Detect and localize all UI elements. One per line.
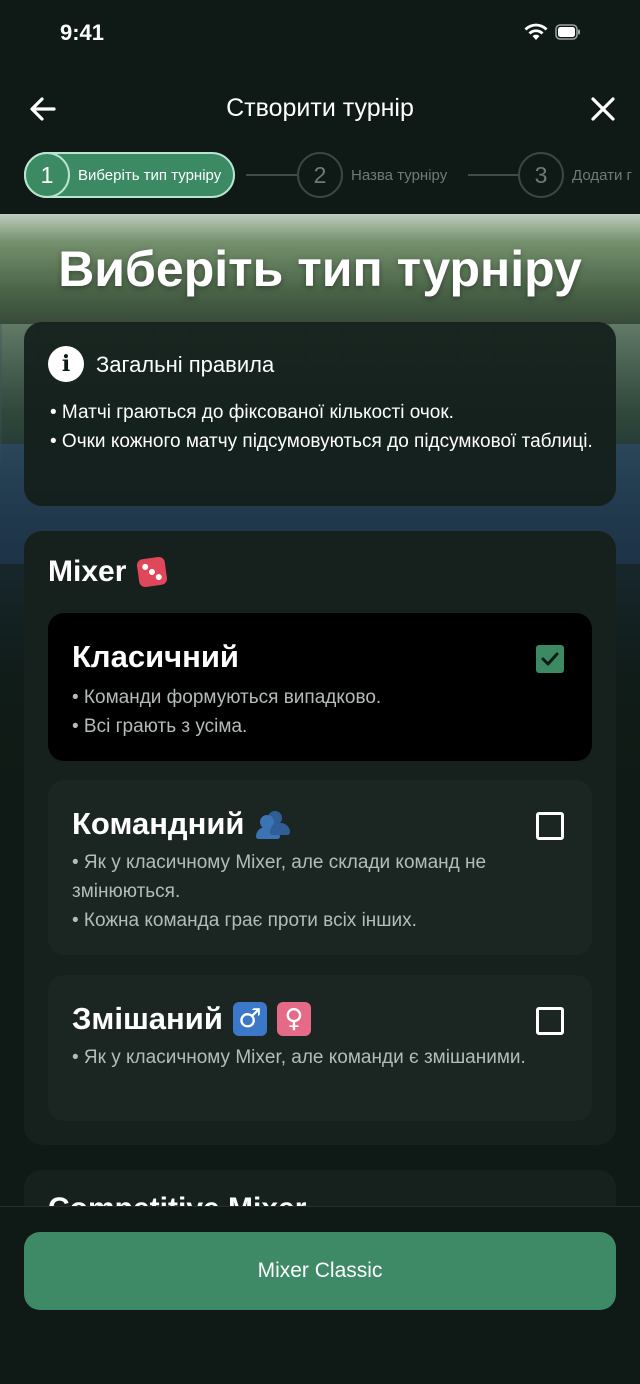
status-bar: 9:41 [0,0,640,70]
step-label: Виберіть тип турніру [78,166,222,184]
step-number: 1 [24,152,70,198]
option-title-text: Командний [72,806,245,841]
option-line: • Всі грають з усіма. [72,716,248,737]
rules-card: i Загальні правила • Матчі граються до ф… [24,322,616,506]
info-icon: i [48,346,84,382]
step-3[interactable]: 3 Додати г [518,152,632,198]
checkbox-unchecked[interactable] [536,812,564,840]
option-mixed[interactable]: Змішаний ♂ ♀ • Як у класичному Mixer, ал… [48,975,592,1121]
option-line: • Кожна команда грає проти всіх інших. [72,910,417,931]
option-title: Класичний [72,639,239,675]
footer: Mixer Classic [0,1206,640,1384]
option-line: • Команди формуються випадково. [72,687,382,708]
continue-button[interactable]: Mixer Classic [24,1232,616,1310]
option-description: • Як у класичному Mixer, але склади кома… [72,848,572,935]
option-classic[interactable]: Класичний • Команди формуються випадково… [48,613,592,761]
option-title-text: Класичний [72,639,239,674]
checkmark-icon [541,652,559,666]
stepper-connector [468,174,520,176]
rules-text: • Матчі граються до фіксованої кількості… [50,398,600,456]
nav-header: Створити турнір [0,80,640,140]
dice-icon [136,556,169,588]
mixer-title: Mixer [48,555,169,589]
rules-line: • Матчі граються до фіксованої кількості… [50,402,454,423]
battery-icon [555,24,580,40]
close-icon[interactable] [586,92,620,126]
stepper: 1 Виберіть тип турніру 2 Назва турніру 3… [0,148,640,202]
rules-line: • Очки кожного матчу підсумовуються до п… [50,431,593,452]
mixer-title-text: Mixer [48,555,127,588]
mixer-section: Mixer Класичний • Команди формуються вип… [24,531,616,1145]
option-title-text: Змішаний [72,1001,223,1036]
page-title: Створити турнір [226,94,414,122]
option-team[interactable]: Командний • Як у класичному Mixer, але с… [48,780,592,955]
option-description: • Команди формуються випадково. • Всі гр… [72,683,572,741]
step-2[interactable]: 2 Назва турніру [297,152,447,198]
option-description: • Як у класичному Mixer, але команди є з… [72,1043,572,1072]
option-title: Змішаний ♂ ♀ [72,1001,311,1037]
step-number: 2 [297,152,343,198]
section-heading: Виберіть тип турніру [58,241,582,297]
step-label: Назва турніру [351,166,448,184]
status-time: 9:41 [60,20,105,45]
step-number: 3 [518,152,564,198]
option-line: • Як у класичному Mixer, але склади кома… [72,852,487,902]
checkbox-unchecked[interactable] [536,1007,564,1035]
wifi-icon [524,23,548,40]
female-sign-icon: ♀ [276,1002,311,1036]
option-line: • Як у класичному Mixer, але команди є з… [72,1047,526,1068]
step-label: Додати г [572,166,632,184]
rules-title: Загальні правила [96,352,275,377]
option-title: Командний [72,806,291,842]
checkbox-checked[interactable] [536,645,564,673]
step-1[interactable]: 1 Виберіть тип турніру [24,152,236,198]
people-icon [256,809,291,839]
male-sign-icon: ♂ [232,1002,267,1036]
stepper-connector [246,174,298,176]
